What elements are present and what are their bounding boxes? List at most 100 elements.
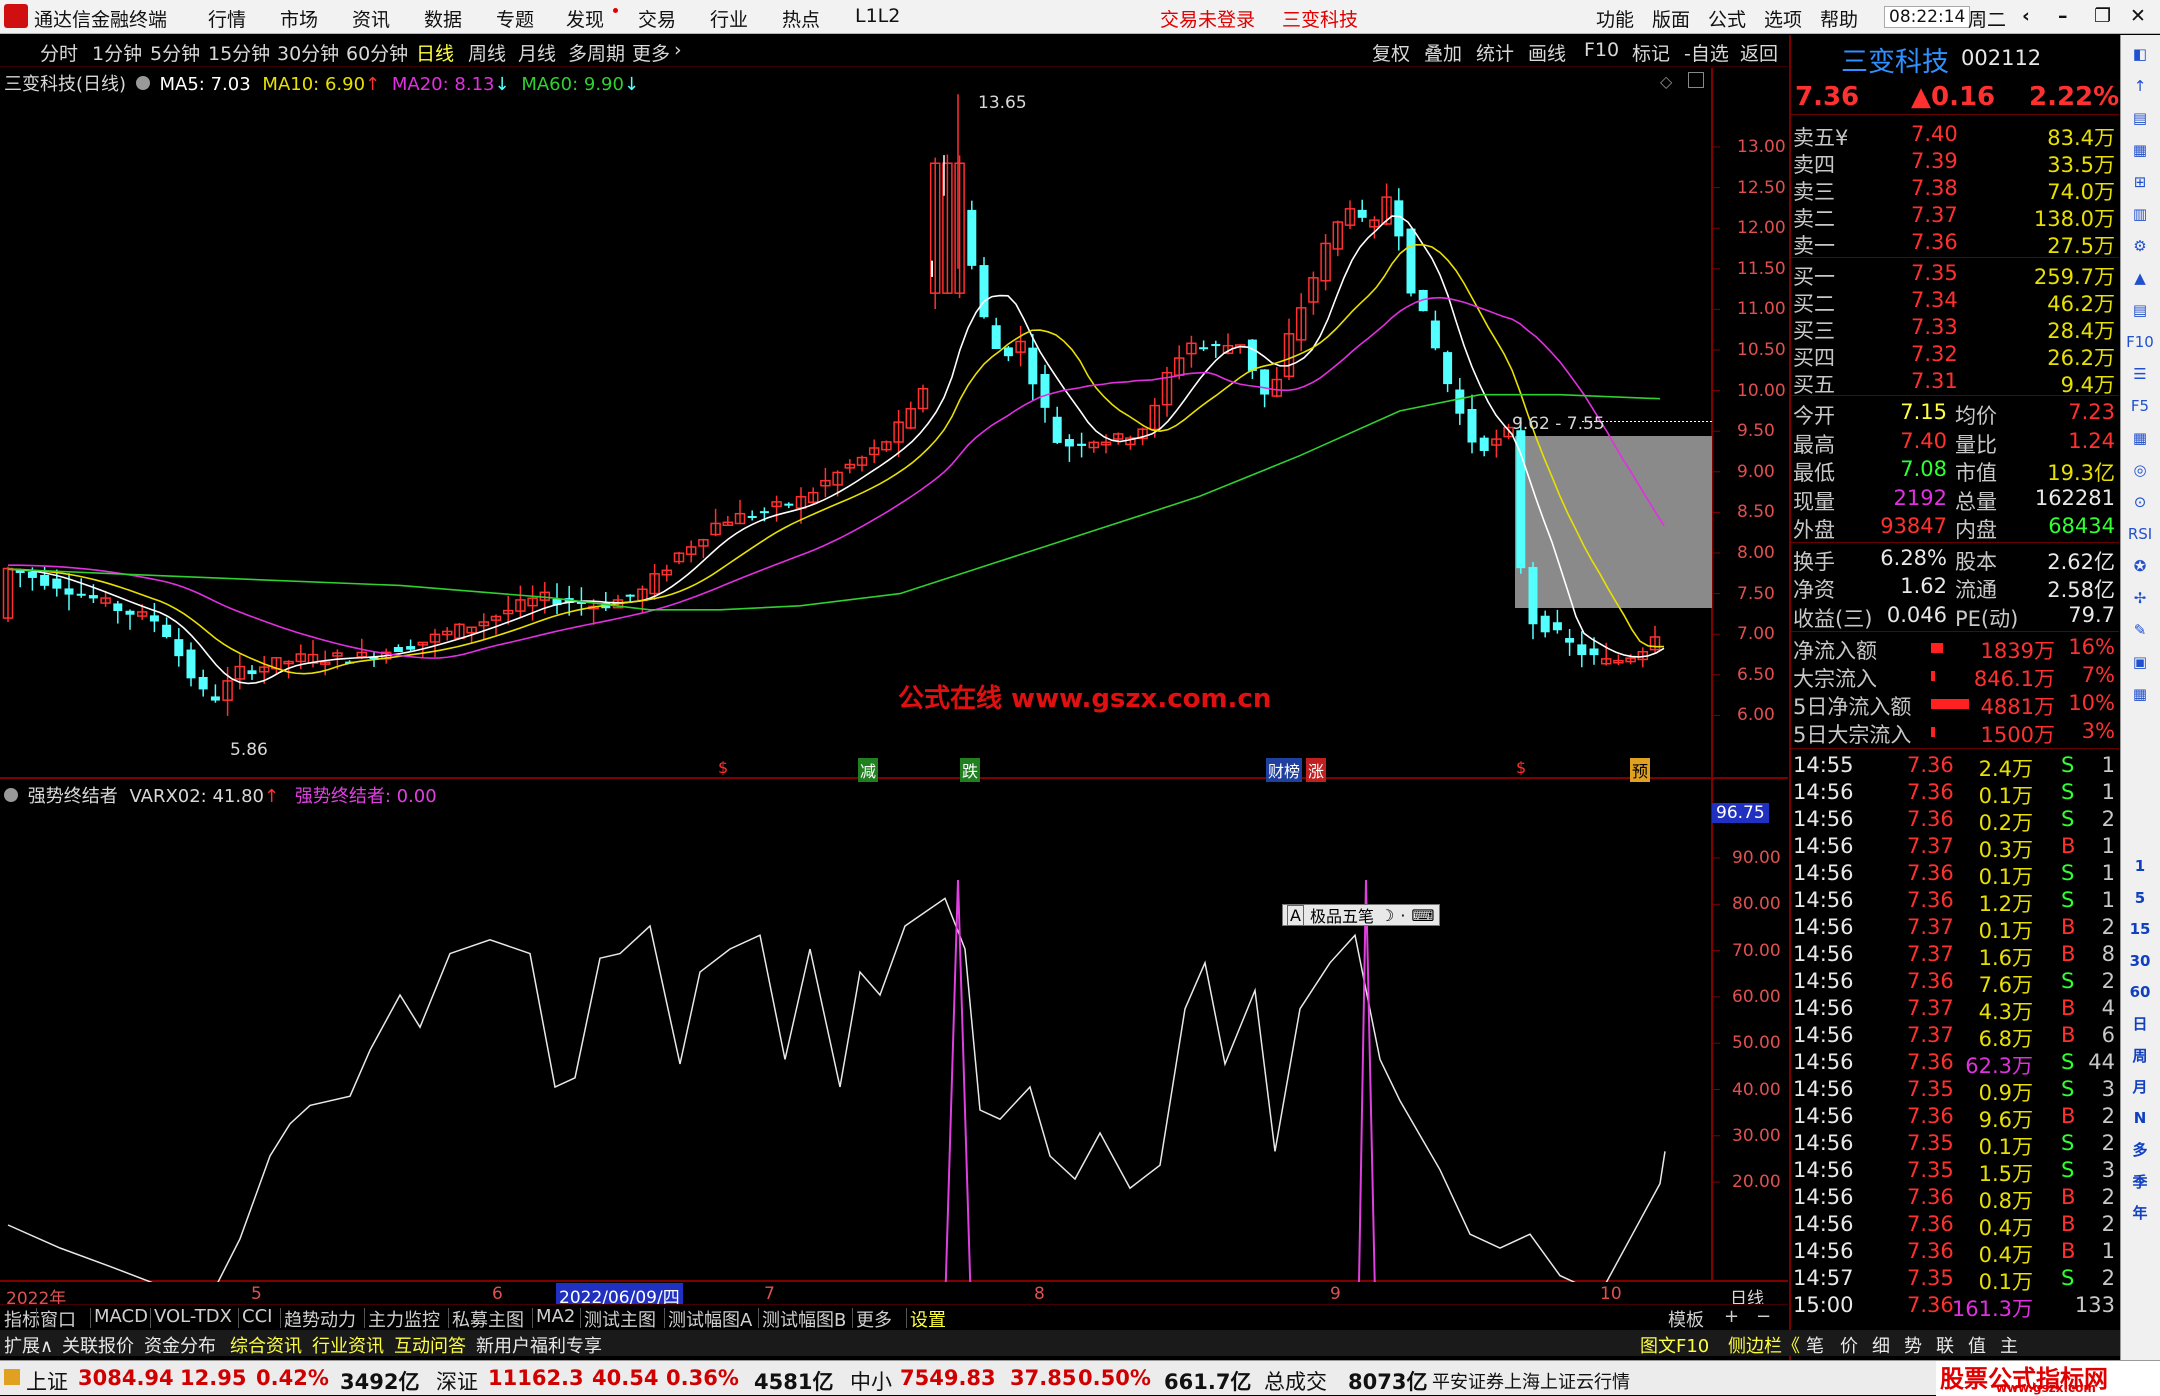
- ask-row[interactable]: 卖五¥ 7.40 83.4万: [1791, 121, 2119, 150]
- tick-row[interactable]: 14:56 7.36 0.1万 S 1: [1791, 779, 2119, 808]
- event-mark-forecast[interactable]: 预: [1630, 758, 1651, 782]
- menu-function[interactable]: 功能: [1596, 5, 1634, 32]
- period-30-icon[interactable]: 30: [2125, 946, 2155, 976]
- extension-tab[interactable]: 资金分布: [144, 1332, 216, 1358]
- period-multi[interactable]: 多周期: [568, 39, 625, 66]
- menu-item-news[interactable]: 资讯: [352, 5, 390, 32]
- menu-item-market[interactable]: 市场: [280, 5, 318, 32]
- tick-row[interactable]: 14:56 7.36 9.6万 B 2: [1791, 1103, 2119, 1132]
- side-tab[interactable]: 主: [2000, 1332, 2018, 1358]
- period-5min[interactable]: 5分钟: [150, 39, 200, 66]
- grid-icon[interactable]: ▦: [2125, 135, 2155, 165]
- indicator-toggle-icon[interactable]: [4, 788, 18, 802]
- period-1-icon[interactable]: 1: [2125, 851, 2155, 881]
- dot-icon[interactable]: ·: [1400, 906, 1405, 925]
- panel-icon[interactable]: ◧: [2125, 39, 2155, 69]
- ask-row[interactable]: 卖一 7.36 27.5万: [1791, 229, 2119, 258]
- circle-icon[interactable]: ⊙: [2125, 487, 2155, 517]
- side-tab[interactable]: 价: [1840, 1332, 1858, 1358]
- extension-tab[interactable]: 互动问答: [394, 1332, 466, 1358]
- doc-icon[interactable]: ▤: [2125, 295, 2155, 325]
- indicator-tab[interactable]: CCI: [242, 1306, 272, 1327]
- tick-row[interactable]: 14:56 7.37 0.1万 B 2: [1791, 914, 2119, 943]
- menu-icon[interactable]: ☰: [2125, 359, 2155, 389]
- period-60min[interactable]: 60分钟: [346, 39, 408, 66]
- period-month-icon[interactable]: 月: [2125, 1072, 2155, 1102]
- chevron-down-icon[interactable]: [135, 76, 150, 90]
- menu-item-hot[interactable]: 热点: [782, 5, 820, 32]
- event-mark-dollar2[interactable]: $: [1516, 758, 1526, 777]
- tick-row[interactable]: 14:56 7.36 0.8万 B 2: [1791, 1184, 2119, 1213]
- indicator-tab[interactable]: MA2: [536, 1306, 575, 1327]
- extension-tab[interactable]: 关联报价: [62, 1332, 134, 1358]
- indicator-tab[interactable]: 更多: [856, 1306, 892, 1332]
- bid-row[interactable]: 买一 7.35 259.7万: [1791, 260, 2119, 289]
- indicator-tab[interactable]: 私募主图: [452, 1306, 524, 1332]
- bid-row[interactable]: 买三 7.33 28.4万: [1791, 314, 2119, 343]
- indicator-tab[interactable]: MACD: [94, 1306, 148, 1327]
- tool-back[interactable]: 返回: [1740, 39, 1778, 66]
- arrow-up-icon[interactable]: ↑: [2125, 71, 2155, 101]
- extension-tab[interactable]: 行业资讯: [312, 1332, 384, 1358]
- period-15min[interactable]: 15分钟: [208, 39, 270, 66]
- table-icon[interactable]: ▥: [2125, 199, 2155, 229]
- indicator-tab[interactable]: 窗口: [40, 1306, 76, 1332]
- tick-row[interactable]: 14:56 7.36 1.2万 S 1: [1791, 887, 2119, 916]
- menu-item-trade[interactable]: 交易: [638, 5, 676, 32]
- tool-stats[interactable]: 统计: [1476, 39, 1514, 66]
- sh-label[interactable]: 上证: [26, 1366, 68, 1396]
- period-quarter-icon[interactable]: 季: [2125, 1166, 2155, 1196]
- grid2-icon[interactable]: ▦: [2125, 679, 2155, 709]
- indicator-tab[interactable]: 测试幅图A: [668, 1306, 752, 1332]
- tick-row[interactable]: 14:56 7.36 7.6万 S 2: [1791, 968, 2119, 997]
- tick-row[interactable]: 14:56 7.37 6.8万 B 6: [1791, 1022, 2119, 1051]
- add-icon[interactable]: +: [1724, 1306, 1739, 1327]
- side-tab[interactable]: 势: [1904, 1332, 1922, 1358]
- period-monthly[interactable]: 月线: [518, 39, 556, 66]
- tick-row[interactable]: 14:57 7.35 0.1万 S 2: [1791, 1265, 2119, 1294]
- tick-row[interactable]: 14:56 7.37 1.6万 B 8: [1791, 941, 2119, 970]
- indicator-tab[interactable]: 测试幅图B: [762, 1306, 846, 1332]
- tool-overlay[interactable]: 叠加: [1424, 39, 1462, 66]
- f5-icon[interactable]: F5: [2125, 391, 2155, 421]
- menu-item-industry[interactable]: 行业: [710, 5, 748, 32]
- ask-row[interactable]: 卖二 7.37 138.0万: [1791, 202, 2119, 231]
- extension-tab[interactable]: 扩展∧: [4, 1332, 53, 1358]
- tick-row[interactable]: 14:56 7.37 4.3万 B 4: [1791, 995, 2119, 1024]
- rsi-icon[interactable]: RSI: [2125, 519, 2155, 549]
- tick-row[interactable]: 14:56 7.36 0.4万 B 1: [1791, 1238, 2119, 1267]
- list-icon[interactable]: ▤: [2125, 103, 2155, 133]
- chevron-right-icon[interactable]: ›: [674, 39, 682, 61]
- period-1min[interactable]: 1分钟: [92, 39, 142, 66]
- restore-icon[interactable]: ❐: [2094, 5, 2111, 27]
- pencil-icon[interactable]: ✎: [2125, 615, 2155, 645]
- menu-item-quote[interactable]: 行情: [208, 5, 246, 32]
- period-year-icon[interactable]: 年: [2125, 1198, 2155, 1228]
- tool-draw[interactable]: 画线: [1528, 39, 1566, 66]
- indicator-tab[interactable]: 主力监控: [368, 1306, 440, 1332]
- moon-icon[interactable]: ☽: [1380, 906, 1394, 925]
- side-tab[interactable]: 图文F10: [1640, 1332, 1709, 1358]
- menu-layout[interactable]: 版面: [1652, 5, 1690, 32]
- period-more[interactable]: 更多: [632, 39, 670, 66]
- menu-options[interactable]: 选项: [1764, 5, 1802, 32]
- box-icon[interactable]: ▣: [2125, 647, 2155, 677]
- indicator-tab[interactable]: 指标: [4, 1306, 40, 1332]
- tick-row[interactable]: 14:56 7.36 0.2万 S 2: [1791, 806, 2119, 835]
- menu-item-topic[interactable]: 专题: [496, 5, 534, 32]
- tick-row[interactable]: 14:56 7.35 1.5万 S 3: [1791, 1157, 2119, 1186]
- tick-row[interactable]: 14:56 7.36 0.1万 S 1: [1791, 860, 2119, 889]
- extension-tab[interactable]: 综合资讯: [230, 1332, 302, 1358]
- side-tab[interactable]: 笔: [1806, 1332, 1824, 1358]
- trade-status[interactable]: 交易未登录: [1160, 5, 1255, 32]
- ime-a-icon[interactable]: A: [1287, 904, 1304, 926]
- template-button[interactable]: 模板: [1668, 1306, 1704, 1332]
- event-mark-reduce[interactable]: 减: [858, 758, 879, 782]
- period-60-icon[interactable]: 60: [2125, 977, 2155, 1007]
- ask-row[interactable]: 卖三 7.38 74.0万: [1791, 175, 2119, 204]
- kline-chart-svg[interactable]: [0, 68, 1788, 1282]
- period-5-icon[interactable]: 5: [2125, 883, 2155, 913]
- tick-row[interactable]: 14:55 7.36 2.4万 S 1: [1791, 752, 2119, 781]
- tick-row[interactable]: 15:00 7.36 161.3万 133: [1791, 1292, 2119, 1321]
- tool-mark[interactable]: 标记: [1632, 39, 1670, 66]
